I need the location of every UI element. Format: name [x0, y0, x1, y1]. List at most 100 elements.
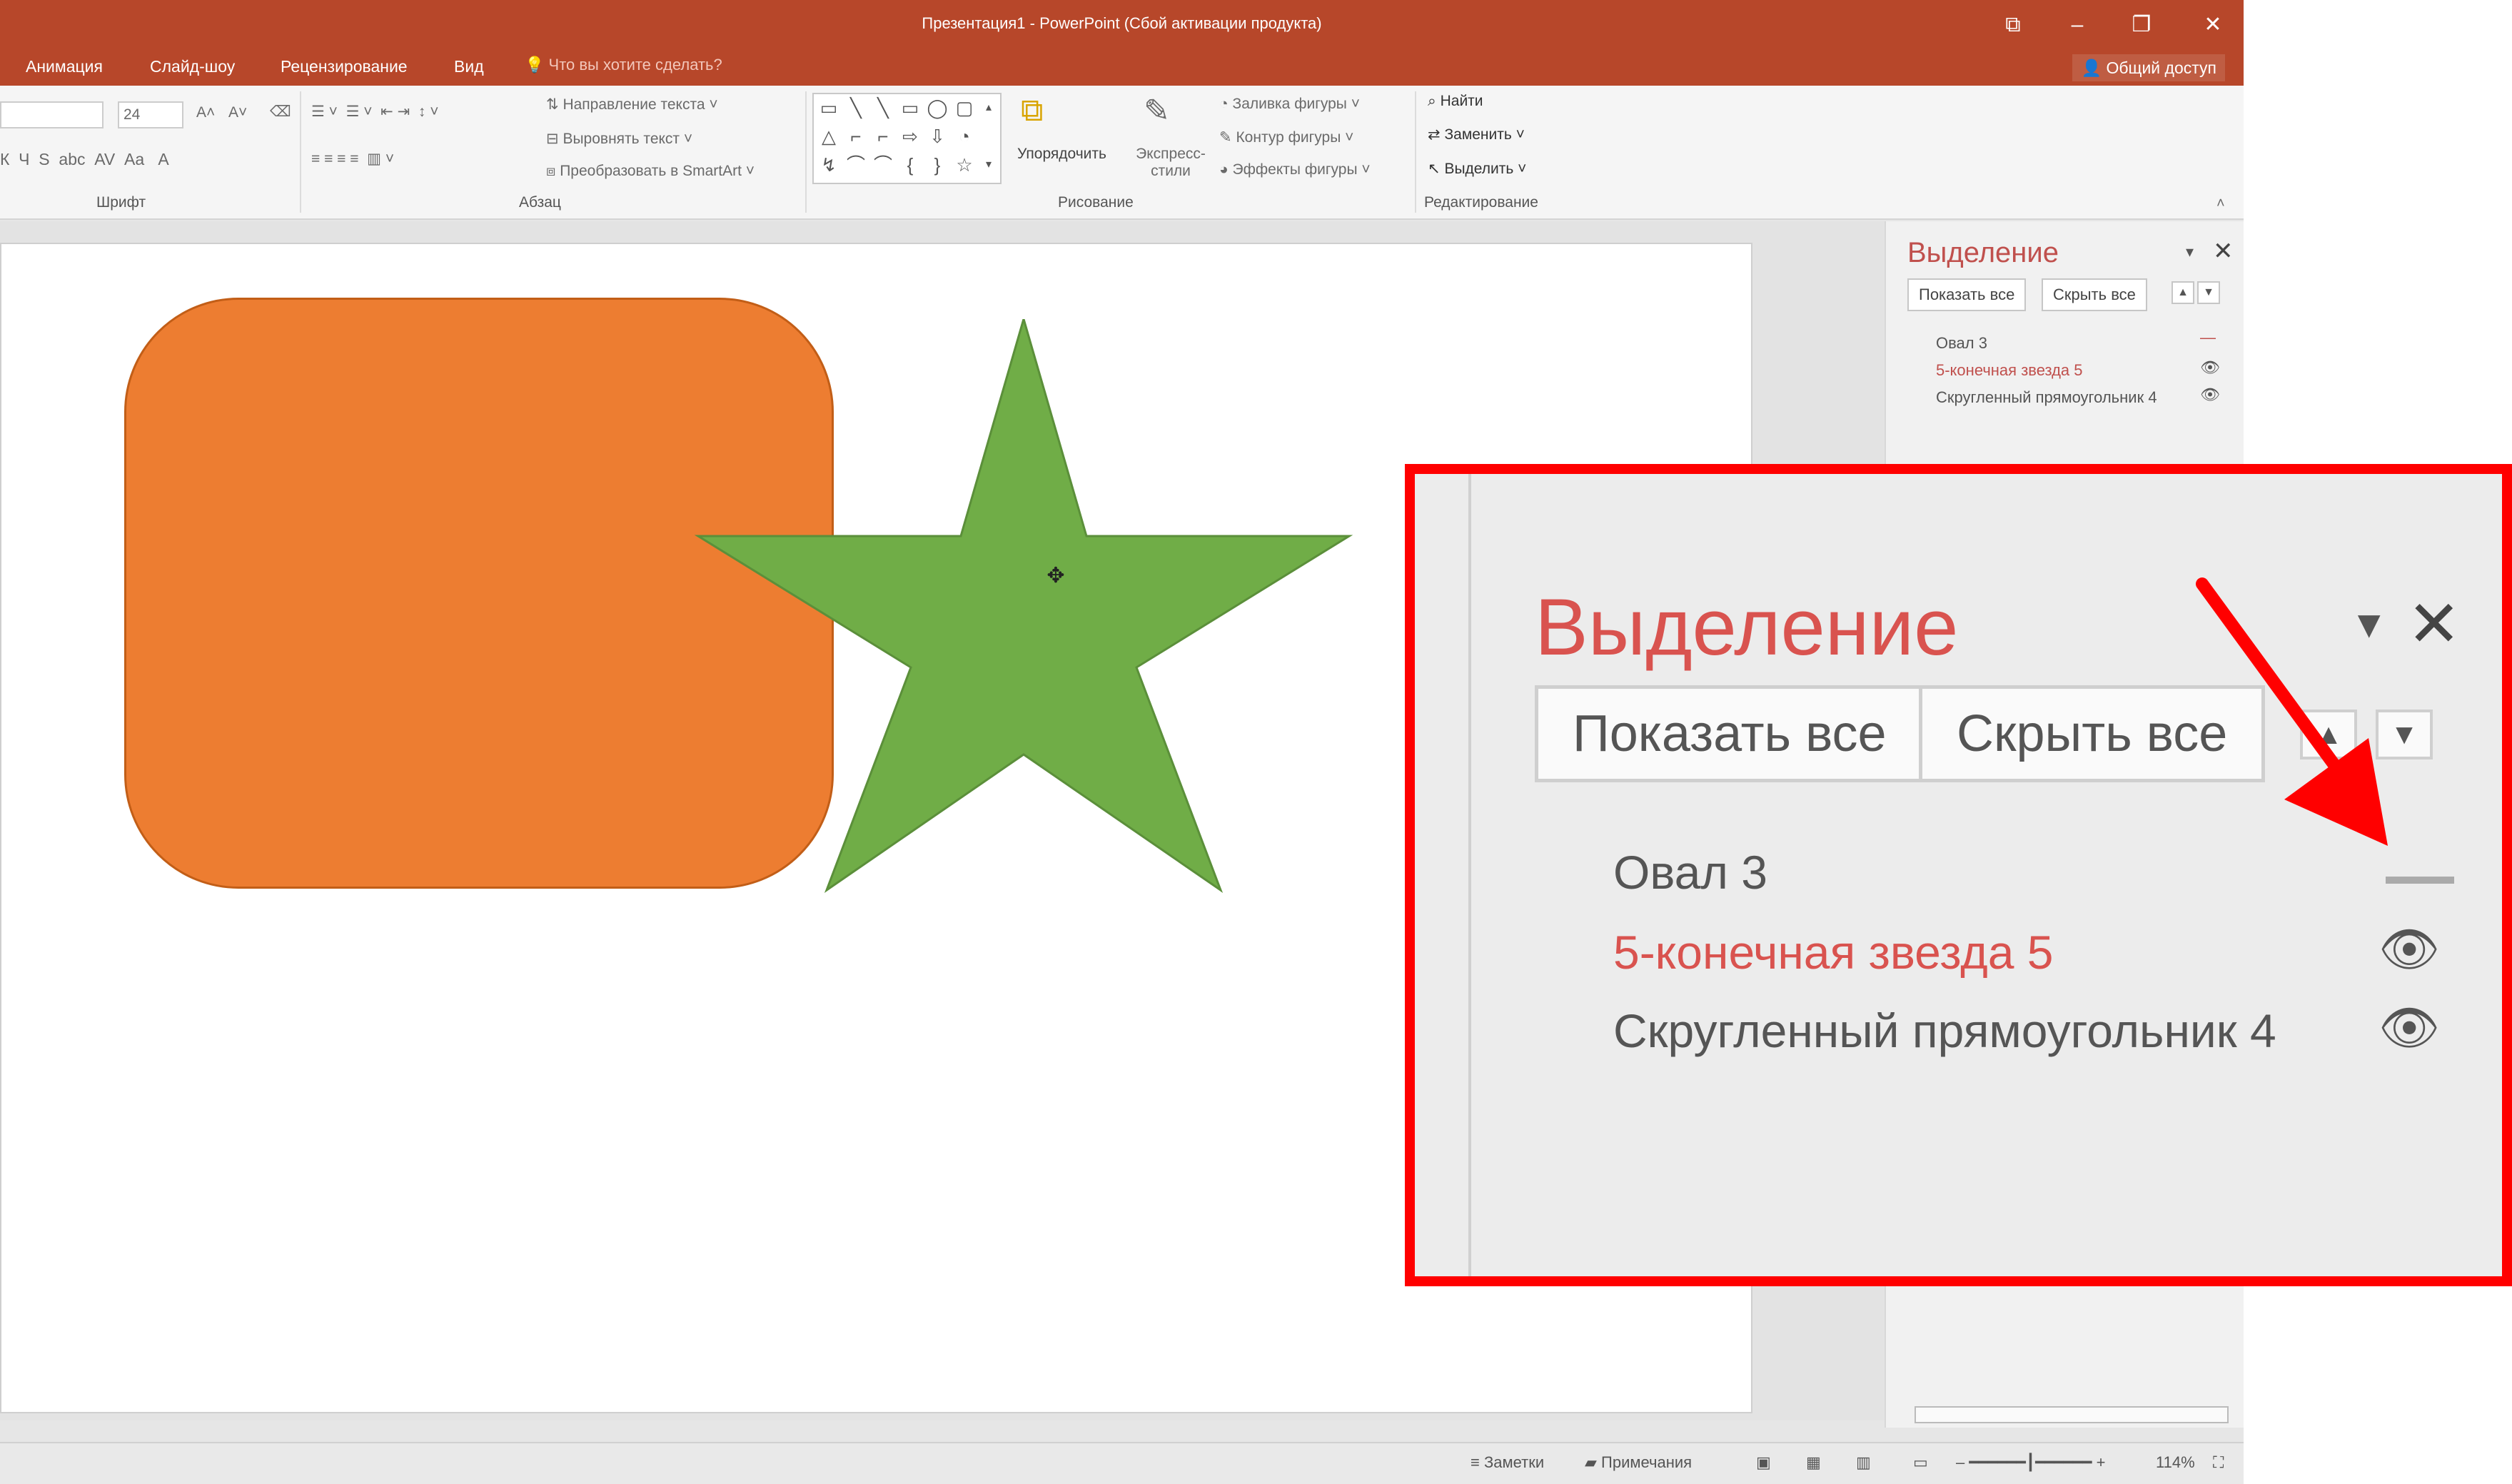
- shapes-gallery[interactable]: ▭ ╲ ╲ ▭ ◯ ▢ △ ⌐ ⌐ ⇨ ⇩ ◔ ↯ ⌒ ⌒ { } ☆ ▴ ▾: [812, 93, 1002, 184]
- shape-fill-label: Заливка фигуры: [1232, 96, 1347, 112]
- group-label-editing: Редактирование: [1424, 194, 1538, 211]
- ribbon-display-icon[interactable]: ⧉: [1992, 9, 2034, 41]
- shape-effects-button[interactable]: ◕ Эффекты фигуры ˅: [1219, 161, 1371, 178]
- zoom-callout: Выделение ▼ ✕ Показать все Скрыть все ▲ …: [1405, 464, 2512, 1286]
- right-arrow-shape-icon[interactable]: ⇨: [898, 124, 922, 148]
- lightbulb-icon: 💡: [525, 56, 545, 74]
- eye-icon: 👁: [2379, 1001, 2441, 1055]
- replace-icon: ⇄: [1428, 126, 1441, 143]
- oval-shape-icon[interactable]: ◯: [925, 96, 949, 120]
- rectangle-shape-icon[interactable]: ▭: [898, 96, 922, 120]
- shape-outline-button[interactable]: ✎ Контур фигуры ˅: [1219, 128, 1353, 146]
- tab-view[interactable]: Вид: [454, 57, 484, 76]
- left-brace-shape-icon[interactable]: {: [898, 153, 922, 177]
- tell-me-box[interactable]: 💡 Что вы хотите сделать?: [525, 56, 722, 74]
- select-label: Выделить: [1444, 161, 1514, 177]
- send-backward-icon[interactable]: ▼: [2197, 281, 2220, 304]
- title-bar: Презентация1 - PowerPoint (Сбой активаци…: [0, 0, 2244, 50]
- shape-effects-label: Эффекты фигуры: [1232, 161, 1358, 178]
- bring-forward-icon[interactable]: ▲: [2171, 281, 2194, 304]
- comments-button[interactable]: ▰ Примечания: [1585, 1453, 1692, 1472]
- eye-icon[interactable]: 👁: [2200, 358, 2220, 377]
- normal-view-icon[interactable]: ▣: [1756, 1453, 1771, 1472]
- zoom-level[interactable]: 114%: [2156, 1453, 2195, 1472]
- fit-to-window-icon[interactable]: ⛶: [2213, 1453, 2224, 1472]
- gallery-scroll-icon[interactable]: ▴: [979, 96, 998, 120]
- divider: [805, 91, 807, 213]
- eye-icon: 👁: [2379, 922, 2441, 976]
- bullets-icon[interactable]: ☰ ˅ ☰ ˅ ⇤ ⇥ ↕ ˅: [311, 103, 438, 121]
- font-size-box[interactable]: 24: [118, 101, 183, 128]
- zoom-slider[interactable]: – ━━━━━━┃━━━━━━ +: [1956, 1453, 2106, 1472]
- quick-styles-button[interactable]: Экспресс-стили: [1128, 146, 1214, 180]
- text-direction-button[interactable]: ⇅ Направление текста ˅: [546, 96, 718, 113]
- curve-shape-icon[interactable]: ⌒: [844, 153, 868, 177]
- align-text-button[interactable]: ⊟ Выровнять текст ˅: [546, 130, 692, 148]
- minimize-icon[interactable]: –: [2056, 9, 2099, 41]
- slideshow-icon[interactable]: ▭: [1913, 1453, 1928, 1472]
- align-icons[interactable]: ≡ ≡ ≡ ≡ ▥ ˅: [311, 150, 394, 168]
- hide-all-button[interactable]: Скрыть все: [2042, 278, 2147, 311]
- text-direction-label: Направление текста: [563, 96, 705, 113]
- decrease-font-icon[interactable]: A˅: [228, 104, 247, 121]
- selection-item-oval[interactable]: Овал 3: [1936, 334, 1987, 353]
- person-icon: 👤: [2081, 59, 2102, 77]
- right-brace-shape-icon[interactable]: }: [925, 153, 949, 177]
- notes-button[interactable]: ≡ Заметки: [1471, 1453, 1544, 1472]
- find-button[interactable]: ⌕ Найти: [1428, 93, 1483, 110]
- arrange-button[interactable]: Упорядочить: [1017, 146, 1106, 163]
- connector2-shape-icon[interactable]: ⌐: [871, 124, 895, 148]
- smartart-button[interactable]: ⧈ Преобразовать в SmartArt ˅: [546, 163, 755, 180]
- hidden-dash-icon[interactable]: —: [2200, 328, 2216, 347]
- share-button[interactable]: 👤 Общий доступ: [2072, 54, 2225, 81]
- shape-fill-button[interactable]: ◔ Заливка фигуры ˅: [1219, 96, 1360, 113]
- arc-shape-icon[interactable]: ⌒: [871, 153, 895, 177]
- tab-slideshow[interactable]: Слайд-шоу: [150, 57, 235, 76]
- tab-review[interactable]: Рецензирование: [281, 57, 408, 76]
- five-point-star-shape[interactable]: [694, 319, 1358, 897]
- ribbon-tabs: Анимация Слайд-шоу Рецензирование Вид 💡 …: [0, 50, 2244, 86]
- freeform-shape-icon[interactable]: ↯: [817, 153, 841, 177]
- chevron-down-icon: ▼: [2350, 603, 2389, 646]
- bring-forward-icon: ▲: [2300, 710, 2357, 759]
- close-icon[interactable]: ✕: [2213, 237, 2234, 266]
- triangle-shape-icon[interactable]: △: [817, 124, 841, 148]
- rounded-rect-shape-icon[interactable]: ▢: [952, 96, 977, 120]
- gallery-more-icon[interactable]: ▾: [979, 153, 998, 177]
- restore-icon[interactable]: ❐: [2120, 9, 2163, 41]
- textbox-shape-icon[interactable]: ▭: [817, 96, 841, 120]
- callout-item-star: 5-конечная звезда 5: [1613, 926, 2054, 979]
- clear-format-icon[interactable]: ⌫: [270, 103, 291, 121]
- divider: [1415, 91, 1416, 213]
- reading-view-icon[interactable]: ▥: [1856, 1453, 1871, 1472]
- selection-item-rounded-rect[interactable]: Скругленный прямоугольник 4: [1936, 388, 2157, 407]
- horizontal-scrollbar[interactable]: [1915, 1406, 2229, 1423]
- comment-icon: ▰: [1585, 1453, 1597, 1471]
- group-label-drawing: Рисование: [1058, 194, 1134, 211]
- collapse-ribbon-icon[interactable]: ˄: [2216, 196, 2225, 212]
- move-cursor-icon: ✥: [1046, 564, 1065, 587]
- connector-shape-icon[interactable]: ⌐: [844, 124, 868, 148]
- select-button[interactable]: ↖ Выделить ˅: [1428, 160, 1526, 178]
- arrow-line-shape-icon[interactable]: ╲: [871, 96, 895, 120]
- selection-item-star[interactable]: 5-конечная звезда 5: [1936, 361, 2083, 380]
- eye-icon[interactable]: 👁: [2200, 385, 2220, 404]
- chevron-down-icon[interactable]: ▾: [2186, 243, 2194, 261]
- callout-shape-icon[interactable]: ◔: [952, 124, 977, 148]
- show-all-button[interactable]: Показать все: [1907, 278, 2027, 311]
- replace-button[interactable]: ⇄ Заменить ˅: [1428, 126, 1525, 143]
- close-icon[interactable]: ✕: [2191, 9, 2234, 41]
- slide-sorter-icon[interactable]: ▦: [1806, 1453, 1821, 1472]
- font-name-box[interactable]: [0, 101, 104, 128]
- down-arrow-shape-icon[interactable]: ⇩: [925, 124, 949, 148]
- notes-label: Заметки: [1483, 1453, 1545, 1471]
- tab-animation[interactable]: Анимация: [26, 57, 103, 76]
- increase-font-icon[interactable]: A˄: [196, 104, 215, 121]
- search-icon: ⌕: [1428, 93, 1436, 109]
- star-shape-icon[interactable]: ☆: [952, 153, 977, 177]
- selection-pane-title: Выделение: [1907, 237, 2059, 268]
- line-shape-icon[interactable]: ╲: [844, 96, 868, 120]
- callout-pane-title: Выделение: [1535, 582, 1959, 672]
- comments-label: Примечания: [1601, 1453, 1693, 1471]
- font-format-row[interactable]: К Ч S abc AV Aa A: [0, 150, 169, 169]
